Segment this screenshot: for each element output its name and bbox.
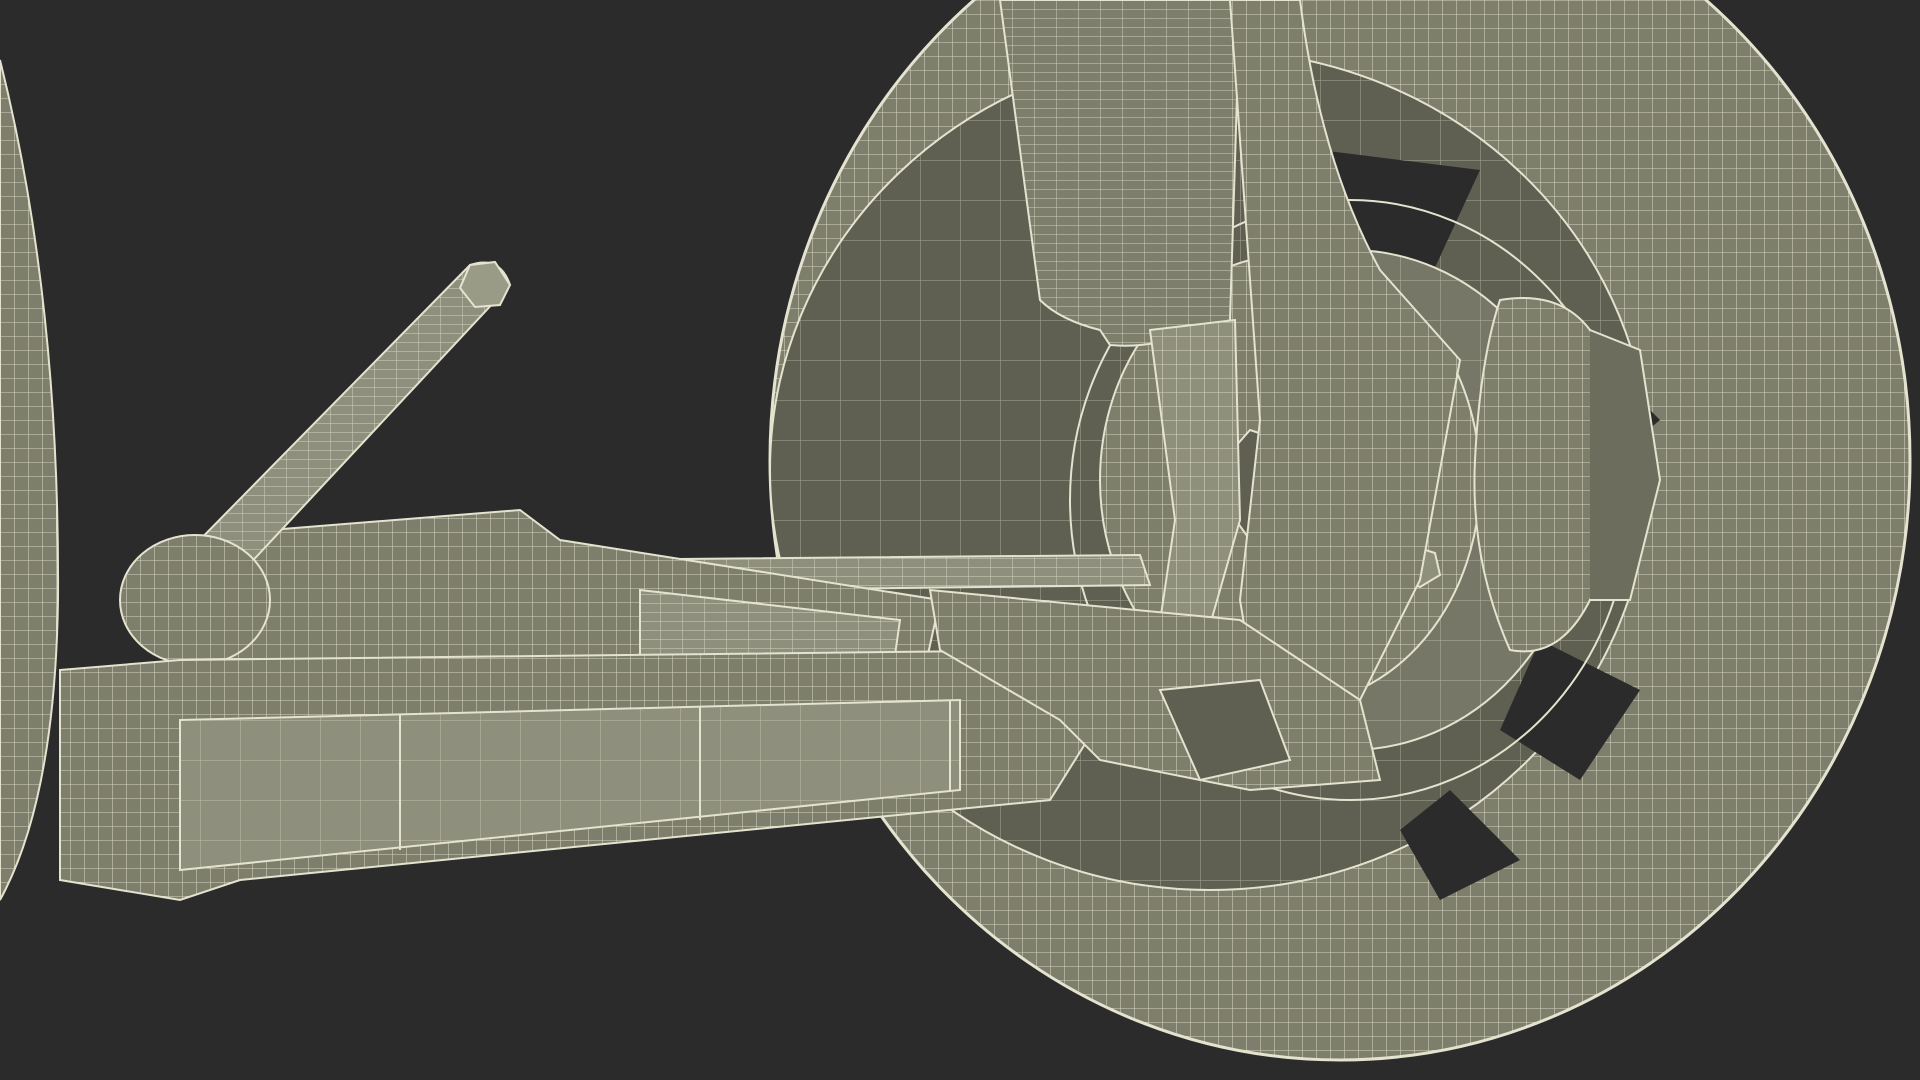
wireframe-viewport — [0, 0, 1920, 1080]
wireframe-render — [0, 0, 1920, 1080]
